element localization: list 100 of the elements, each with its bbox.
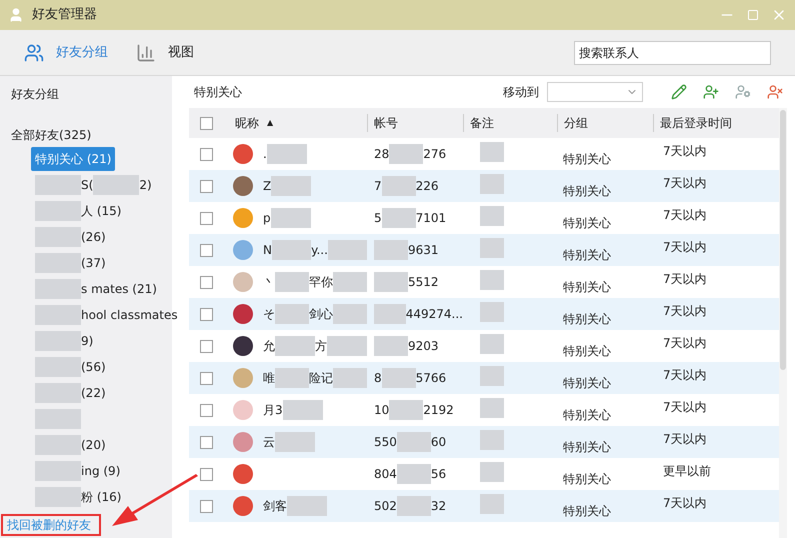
blurred-block	[374, 336, 408, 356]
column-header[interactable]: 备注	[463, 114, 557, 132]
group-item[interactable]: (20)	[31, 433, 110, 457]
column-header[interactable]: 最后登录时间	[653, 114, 773, 132]
last-login-cell-text: 7天以内	[662, 271, 708, 288]
add-friend-icon[interactable]	[703, 84, 719, 100]
blurred-block	[480, 334, 504, 354]
blurred-block	[35, 201, 81, 221]
toolbar-tab[interactable]: 好友分组	[24, 42, 108, 62]
column-header[interactable]: 帐号	[367, 114, 463, 132]
row-checkbox[interactable]	[200, 500, 213, 512]
nickname-cell-text: 剑心	[309, 306, 333, 323]
group-item[interactable]: (22)	[31, 381, 110, 405]
account-cell-text: 60	[430, 434, 446, 451]
blurred-block	[35, 253, 81, 273]
group-item[interactable]: hool classmates	[31, 303, 182, 327]
select-all-checkbox[interactable]	[200, 116, 213, 130]
blurred-block	[35, 357, 81, 377]
blurred-block	[389, 144, 424, 164]
nickname-cell-text: 剑客	[263, 498, 287, 515]
avatar-icon	[233, 176, 253, 196]
group-item[interactable]: s mates (21)	[31, 277, 161, 301]
last-login-cell-text: 7天以内	[662, 207, 708, 224]
group-label: S(	[81, 177, 94, 194]
avatar-icon	[233, 400, 253, 420]
all-friends-item[interactable]: 全部好友(325)	[11, 124, 172, 146]
search-field[interactable]: 搜索联系人	[574, 40, 771, 64]
group-item[interactable]: (56)	[31, 355, 110, 379]
blurred-block	[328, 240, 367, 260]
row-checkbox[interactable]	[200, 436, 213, 448]
row-checkbox[interactable]	[200, 244, 213, 256]
row-checkbox[interactable]	[200, 212, 213, 224]
row-checkbox[interactable]	[200, 340, 213, 352]
row-checkbox[interactable]	[200, 468, 213, 480]
account-cell-text: 9631	[408, 242, 439, 259]
group-cell-text: 特别关心	[562, 279, 612, 296]
table-row[interactable]: 云 550 60 特别关心 7天以内	[189, 426, 779, 458]
manage-friend-icon[interactable]	[735, 84, 751, 100]
blurred-block	[275, 272, 309, 292]
table-row[interactable]: Z 7 226 特别关心 7天以内	[189, 170, 779, 202]
group-label: hool classmates	[81, 307, 178, 324]
list-title: 特别关心	[194, 84, 242, 101]
group-cell-text: 特别关心	[562, 375, 612, 392]
group-item[interactable]: S( 2)	[31, 173, 156, 197]
nickname-cell-text: 罕你	[309, 274, 333, 291]
blurred-block	[389, 400, 424, 420]
blurred-block	[480, 494, 504, 514]
scrollbar[interactable]	[779, 108, 787, 538]
group-item[interactable]: 特别关心 (21)	[31, 147, 116, 171]
table-row[interactable]: 唯 险记 8 5766 特别关心 7天以内	[189, 362, 779, 394]
blurred-block	[272, 240, 312, 260]
blurred-block	[275, 304, 309, 324]
avatar-icon	[233, 272, 253, 292]
avatar-icon	[233, 336, 253, 356]
avatar-icon	[233, 432, 253, 452]
last-login-cell-text: 7天以内	[662, 335, 708, 352]
table-row[interactable]: N y... 9631 特别关心 7天以内	[189, 234, 779, 266]
nickname-cell-text: そ	[263, 306, 275, 323]
blurred-block	[327, 336, 367, 356]
row-checkbox[interactable]	[200, 180, 213, 192]
blurred-block	[396, 496, 431, 516]
row-checkbox[interactable]	[200, 308, 213, 320]
table-row[interactable]: そ 剑心 449274... 特别关心 7天以内	[189, 298, 779, 330]
blurred-block	[35, 279, 81, 299]
account-cell-text: 9203	[408, 338, 439, 355]
row-checkbox[interactable]	[200, 404, 213, 416]
account-cell-text: 276	[423, 146, 446, 163]
avatar-icon	[233, 496, 253, 516]
group-item[interactable]: 9)	[31, 329, 98, 353]
group-item[interactable]: (37)	[31, 251, 110, 275]
blurred-block	[480, 174, 504, 194]
blurred-block	[35, 435, 81, 455]
last-login-cell-text: 7天以内	[662, 239, 708, 256]
blurred-block	[480, 366, 504, 386]
group-item[interactable]: (26)	[31, 225, 110, 249]
table-row[interactable]: 剑客 502 32 特别关心 7天以内	[189, 490, 779, 522]
row-checkbox[interactable]	[200, 276, 213, 288]
last-login-cell-text: 更早以前	[662, 463, 712, 480]
account-cell-text: 7	[374, 178, 382, 195]
avatar-icon	[233, 368, 253, 388]
group-label: (26)	[81, 229, 106, 246]
account-cell-text: 7101	[416, 210, 446, 227]
toolbar-tab[interactable]: 视图	[136, 42, 194, 62]
nickname-cell-text: 方	[315, 338, 327, 355]
column-header[interactable]: 分组	[557, 114, 653, 132]
edit-icon[interactable]	[671, 84, 687, 100]
account-cell-text: 804	[374, 466, 397, 483]
group-item[interactable]: 粉 (16)	[31, 485, 126, 509]
delete-friend-icon[interactable]	[767, 84, 783, 100]
blurred-block	[382, 208, 416, 228]
blurred-block	[266, 144, 307, 164]
move-to-dropdown[interactable]	[547, 82, 643, 102]
account-cell-text: 2192	[423, 402, 454, 419]
row-checkbox[interactable]	[200, 372, 213, 384]
group-item[interactable]: ing (9)	[31, 459, 124, 483]
blurred-block	[480, 398, 504, 418]
column-header[interactable]: 昵称 ▲	[235, 114, 367, 132]
row-checkbox[interactable]	[200, 148, 213, 160]
group-item[interactable]: 人 (15)	[31, 199, 126, 223]
maximize-icon[interactable]	[747, 9, 759, 21]
